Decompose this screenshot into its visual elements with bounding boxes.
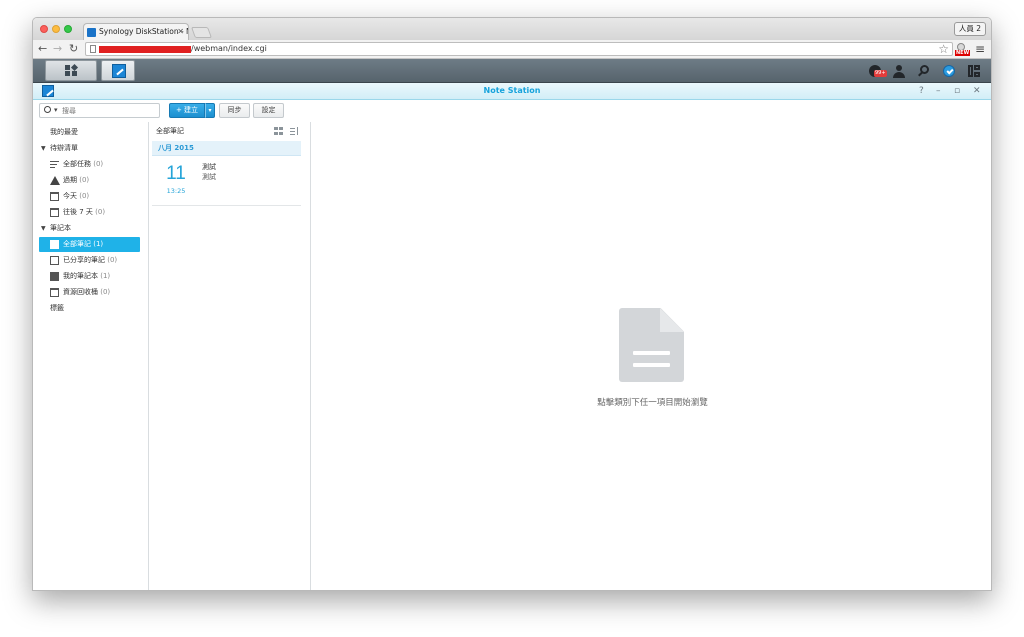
sync-button[interactable]: 同步 xyxy=(219,103,250,118)
sidebar: 我的最愛 ▼ 待辦清單 全部任務 (0) 過期 (0) 今天 (0) 往後 7 … xyxy=(33,122,149,590)
sidebar-item-favorites[interactable]: 我的最愛 xyxy=(39,125,140,140)
main-menu-button[interactable] xyxy=(45,60,97,81)
back-arrow-icon[interactable]: ← xyxy=(38,42,47,56)
main-menu-grid-icon xyxy=(65,63,79,76)
collapse-triangle-icon: ▼ xyxy=(41,225,46,232)
profile-button[interactable]: 人員 2 xyxy=(953,22,986,36)
sidebar-item-today[interactable]: 今天 (0) xyxy=(39,189,140,204)
app-toolbar: ▾ + 建立 ▾ 同步 設定 xyxy=(33,101,991,122)
collapse-triangle-icon: ▼ xyxy=(41,145,46,152)
browser-window: Synology DiskStation - No ✕ 人員 2 ← → ↻ /… xyxy=(32,17,992,591)
notification-icon[interactable]: 99+ xyxy=(869,64,887,78)
search-icon[interactable] xyxy=(917,64,931,78)
notification-count: 99+ xyxy=(874,70,887,77)
restore-icon[interactable]: ▫ xyxy=(954,86,960,96)
extension-icon[interactable]: NEW xyxy=(955,43,971,56)
url-text: /webman/index.cgi xyxy=(191,44,267,53)
settings-button[interactable]: 設定 xyxy=(253,103,284,118)
page-icon xyxy=(90,45,96,53)
note-station-logo-icon xyxy=(112,64,126,78)
search-box[interactable]: ▾ xyxy=(39,103,160,118)
note-day: 11 xyxy=(166,163,186,184)
forward-arrow-icon[interactable]: → xyxy=(53,42,62,56)
reload-icon[interactable]: ↻ xyxy=(69,42,78,56)
sidebar-item-shared-notes[interactable]: 已分享的筆記 (0) xyxy=(39,253,140,268)
redacted-host xyxy=(99,46,191,53)
tab-title: Synology DiskStation - No xyxy=(99,27,189,36)
extension-badge: NEW xyxy=(955,50,971,56)
empty-document-icon xyxy=(619,308,684,382)
app-window-header: Note Station ? – ▫ ✕ xyxy=(33,83,991,100)
taskbar-note-station-button[interactable] xyxy=(101,60,135,81)
sidebar-item-recycle-bin[interactable]: 資源回收桶 (0) xyxy=(39,285,140,300)
sidebar-item-all-notes[interactable]: 全部筆記 (1) xyxy=(39,237,140,252)
notebook-icon xyxy=(50,272,59,281)
close-window-icon[interactable] xyxy=(40,25,48,33)
note-time: 13:25 xyxy=(166,187,186,195)
tab-close-icon[interactable]: ✕ xyxy=(177,24,184,40)
note-list-panel: 全部筆記 八月 2015 11 13:25 測試 測試 xyxy=(149,122,311,590)
chevron-down-icon[interactable]: ▾ xyxy=(54,105,58,116)
sidebar-section-notebook[interactable]: ▼ 筆記本 xyxy=(39,221,140,236)
create-button[interactable]: + 建立 xyxy=(169,103,205,118)
note-list-item[interactable]: 11 13:25 測試 測試 xyxy=(152,157,301,206)
note-content-pane: 點擊類別下任一項目開始瀏覽 xyxy=(312,122,991,590)
calendar-icon xyxy=(50,192,59,201)
help-icon[interactable]: ? xyxy=(919,86,924,96)
browser-tab[interactable]: Synology DiskStation - No ✕ xyxy=(83,23,189,40)
minimize-window-icon[interactable] xyxy=(52,25,60,33)
note-snippet: 測試 xyxy=(202,173,216,181)
note-title: 測試 xyxy=(202,163,216,171)
browser-titlebar: Synology DiskStation - No ✕ 人員 2 xyxy=(33,18,991,40)
address-bar[interactable]: /webman/index.cgi xyxy=(85,42,953,56)
note-list-title: 全部筆記 xyxy=(156,127,184,135)
search-icon xyxy=(44,106,51,113)
sidebar-item-next-7-days[interactable]: 往後 7 天 (0) xyxy=(39,205,140,220)
month-group-header: 八月 2015 xyxy=(152,141,301,156)
minimize-icon[interactable]: – xyxy=(936,86,941,96)
task-list-icon xyxy=(50,160,59,169)
new-tab-button[interactable] xyxy=(190,27,213,38)
synology-favicon-icon xyxy=(87,28,96,37)
show-desktop-icon[interactable] xyxy=(967,64,981,78)
search-input[interactable] xyxy=(62,105,157,116)
browser-toolbar: ← → ↻ /webman/index.cgi ☆ NEW ≡ xyxy=(33,40,991,59)
warning-icon xyxy=(50,176,60,185)
app-title: Note Station xyxy=(483,86,541,95)
calendar-week-icon xyxy=(50,208,59,217)
bookmark-star-icon[interactable]: ☆ xyxy=(938,42,949,56)
widgets-icon[interactable] xyxy=(942,64,956,78)
grid-view-icon[interactable] xyxy=(274,127,283,135)
sidebar-item-overdue[interactable]: 過期 (0) xyxy=(39,173,140,188)
close-icon[interactable]: ✕ xyxy=(973,86,981,96)
trash-icon xyxy=(50,288,59,297)
empty-state-message: 點擊類別下任一項目開始瀏覽 xyxy=(597,398,708,408)
dsm-taskbar: 99+ xyxy=(33,59,991,83)
zoom-window-icon[interactable] xyxy=(64,25,72,33)
create-dropdown-button[interactable]: ▾ xyxy=(205,103,215,118)
sidebar-item-my-notebook[interactable]: 我的筆記本 (1) xyxy=(39,269,140,284)
shared-notes-icon xyxy=(50,256,59,265)
sidebar-section-todo[interactable]: ▼ 待辦清單 xyxy=(39,141,140,156)
sidebar-item-all-tasks[interactable]: 全部任務 (0) xyxy=(39,157,140,172)
notes-icon xyxy=(50,240,59,249)
sidebar-item-tags[interactable]: 標籤 xyxy=(39,301,140,316)
sort-icon[interactable] xyxy=(290,127,299,135)
hamburger-menu-icon[interactable]: ≡ xyxy=(975,42,985,56)
user-icon[interactable] xyxy=(892,64,906,78)
